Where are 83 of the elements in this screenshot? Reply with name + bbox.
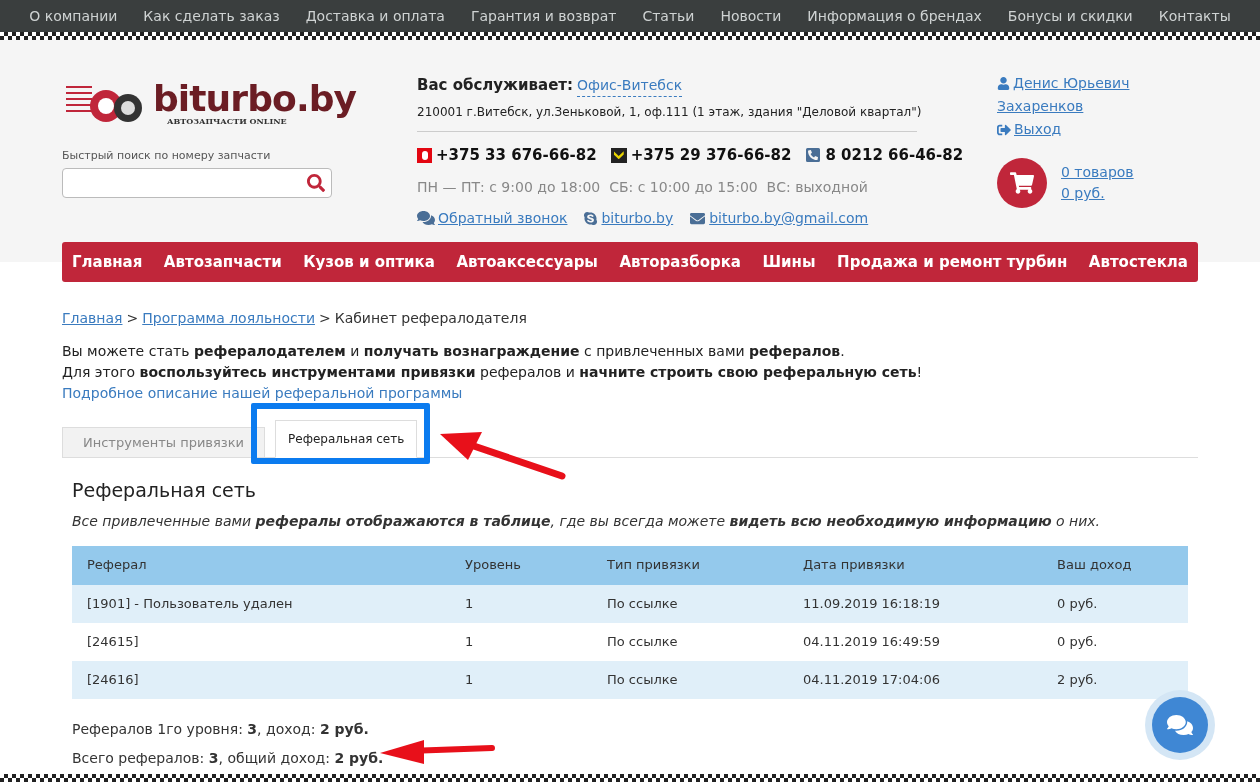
main-menu-link[interactable]: Продажа и ремонт турбин xyxy=(837,250,1068,274)
search-icon[interactable] xyxy=(307,173,325,192)
working-hours: ПН — ПТ: с 9:00 до 18:00 СБ: с 10:00 до 15:00 ВС: выходной xyxy=(417,177,869,197)
top-menu-link[interactable]: Доставка и оплата xyxy=(305,5,445,27)
office-label: Вас обслуживает: xyxy=(417,75,574,96)
breadcrumb-separator: > xyxy=(319,309,331,328)
contact-link[interactable]: Обратный звонок xyxy=(438,207,568,229)
breadcrumb-link[interactable]: Программа лояльности xyxy=(142,308,315,329)
column-header: Реферал xyxy=(87,556,148,575)
table-cell-text: 1 xyxy=(465,632,475,651)
column-header: Тип привязки xyxy=(607,556,701,575)
main-menu-link[interactable]: Автостекла xyxy=(1088,250,1188,274)
column-header: Уровень xyxy=(465,556,522,575)
table-cell-text: 11.09.2019 16:18:19 xyxy=(803,594,941,613)
table-cell-text: 04.11.2019 17:04:06 xyxy=(803,670,941,689)
main-menu-link[interactable]: Кузов и оптика xyxy=(303,250,435,274)
egg-logo-icon xyxy=(417,147,432,163)
top-menu-link[interactable]: Статьи xyxy=(642,5,695,27)
top-menu-link[interactable]: Как сделать заказ xyxy=(143,5,280,27)
breadcrumb-link[interactable]: Главная xyxy=(62,308,123,329)
table-cell-text: [1901] - Пользователь удален xyxy=(87,594,294,613)
main-menu-link[interactable]: Главная xyxy=(72,250,143,274)
table-cell-text: 1 xyxy=(465,594,475,613)
top-menu-link[interactable]: Бонусы и скидки xyxy=(1007,5,1133,27)
table-cell-text: 0 руб. xyxy=(1057,594,1099,613)
table-cell-text: По ссылке xyxy=(607,670,679,689)
main-menu-link[interactable]: Автоаксессуары xyxy=(456,250,598,274)
table-cell-text: 1 xyxy=(465,670,475,689)
phone-number: 8 0212 66-46-82 xyxy=(825,145,964,166)
summary-text: Всего рефералов: 3, общий доход: 2 руб. xyxy=(72,748,384,768)
program-description-link[interactable]: Подробное описание нашей реферальной программы xyxy=(62,383,463,404)
cart-total-link[interactable]: 0 руб. xyxy=(1061,183,1134,204)
breadcrumb-current: Кабинет рефералодателя xyxy=(334,309,527,328)
top-menu-link[interactable]: Контакты xyxy=(1158,5,1231,27)
table-cell-text: 2 руб. xyxy=(1057,670,1099,689)
contact-link[interactable]: biturbo.by@gmail.com xyxy=(709,207,869,229)
main-menu-link[interactable]: Авторазборка xyxy=(619,250,741,274)
top-menu-link[interactable]: Информация о брендах xyxy=(807,5,982,27)
cart-button[interactable] xyxy=(997,158,1047,208)
check-logo-icon xyxy=(610,147,627,163)
logo[interactable]: biturbo.by АВТОЗАПЧАСТИ ONLINE xyxy=(62,78,417,128)
summary-text: Рефералов 1го уровня: 3, доход: 2 руб. xyxy=(72,719,369,739)
skype-icon xyxy=(583,210,599,226)
table-cell-text: По ссылке xyxy=(607,632,679,651)
cart-items-link[interactable]: 0 товаров xyxy=(1061,162,1134,183)
search-label: Быстрый поиск по номеру запчасти xyxy=(62,148,272,164)
office-address: 210001 г.Витебск, ул.Зеньковой, 1, оф.111 (1 этаж, здания "Деловой квартал") xyxy=(417,104,923,121)
column-header: Ваш доход xyxy=(1057,556,1133,575)
user-name-link[interactable]: Захаренков xyxy=(997,96,1134,117)
user-name-link[interactable]: Денис Юрьевич xyxy=(1013,73,1130,94)
phone-number: +375 29 376-66-82 xyxy=(630,145,792,166)
tab[interactable]: Реферальная сеть xyxy=(275,420,418,458)
main-menu-link[interactable]: Шины xyxy=(762,250,816,274)
table-cell-text: [24615] xyxy=(87,632,140,651)
table-cell-text: По ссылке xyxy=(607,594,679,613)
top-menu-link[interactable]: Гарантия и возврат xyxy=(470,5,617,27)
top-menu-link[interactable]: О компании xyxy=(29,5,118,27)
intro-text: Для этого воспользуйтесь инструментами привязки рефералов и начните строить свою реферальную сеть! xyxy=(62,363,924,382)
chat-icon xyxy=(417,210,435,226)
section-description: Все привлеченные вами рефералы отображаются в таблице, где вы всегда можете видеть всю необходимую информацию о них. xyxy=(72,511,1102,531)
phone-icon xyxy=(805,147,822,164)
table-cell-text: [24616] xyxy=(87,670,140,689)
cart-icon xyxy=(1010,171,1034,195)
top-menu-link[interactable]: Новости xyxy=(720,5,782,27)
breadcrumb-separator: > xyxy=(126,309,139,328)
logo-wordmark: biturbo.by xyxy=(153,81,357,117)
office-link[interactable]: Офис-Витебск xyxy=(577,75,683,97)
chat-icon xyxy=(1167,713,1193,737)
contact-link[interactable]: biturbo.by xyxy=(601,207,674,229)
section-title: Реферальная сеть xyxy=(72,478,258,503)
tab[interactable]: Инструменты привязки xyxy=(62,427,266,457)
column-header: Дата привязки xyxy=(803,556,906,575)
envelope-icon xyxy=(689,210,707,226)
intro-text: Вы можете стать рефералодателем и получать вознаграждение с привлеченных вами рефералов. xyxy=(62,342,846,361)
table-cell-text: 04.11.2019 16:49:59 xyxy=(803,632,941,651)
logo-tagline: АВТОЗАПЧАСТИ ONLINE xyxy=(167,117,287,125)
logout-link[interactable]: Выход xyxy=(1014,119,1062,140)
phone-number: +375 33 676-66-82 xyxy=(436,145,597,166)
user-icon xyxy=(997,77,1010,90)
logout-icon xyxy=(997,122,1011,137)
main-menu-link[interactable]: Автозапчасти xyxy=(163,250,282,274)
table-cell-text: 0 руб. xyxy=(1057,632,1099,651)
search-field[interactable] xyxy=(62,167,332,198)
